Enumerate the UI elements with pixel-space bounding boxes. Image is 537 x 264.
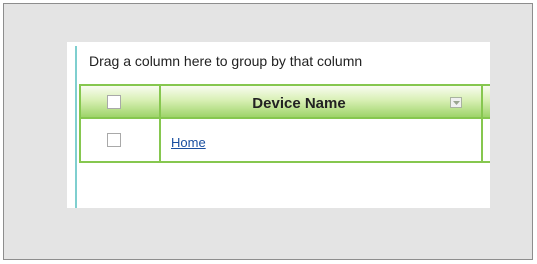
device-grid: Drag a column here to group by that colu… — [67, 42, 490, 208]
row-select-checkbox[interactable] — [107, 133, 121, 147]
header-divider — [79, 86, 81, 117]
header-divider — [159, 86, 161, 117]
table-row[interactable]: Home — [79, 119, 490, 163]
column-header-device-name[interactable]: Device Name — [179, 95, 419, 112]
device-name-link[interactable]: Home — [171, 135, 206, 150]
grid-left-border — [75, 46, 77, 208]
group-by-drop-zone[interactable]: Drag a column here to group by that colu… — [89, 53, 362, 69]
grid-header-row: Device Name — [79, 84, 490, 119]
row-divider — [159, 119, 161, 161]
row-divider — [79, 119, 81, 161]
row-divider — [481, 119, 483, 161]
panel-frame: Drag a column here to group by that colu… — [3, 3, 533, 260]
select-all-checkbox[interactable] — [107, 95, 121, 109]
header-divider — [481, 86, 483, 117]
column-menu-icon[interactable] — [450, 97, 462, 108]
